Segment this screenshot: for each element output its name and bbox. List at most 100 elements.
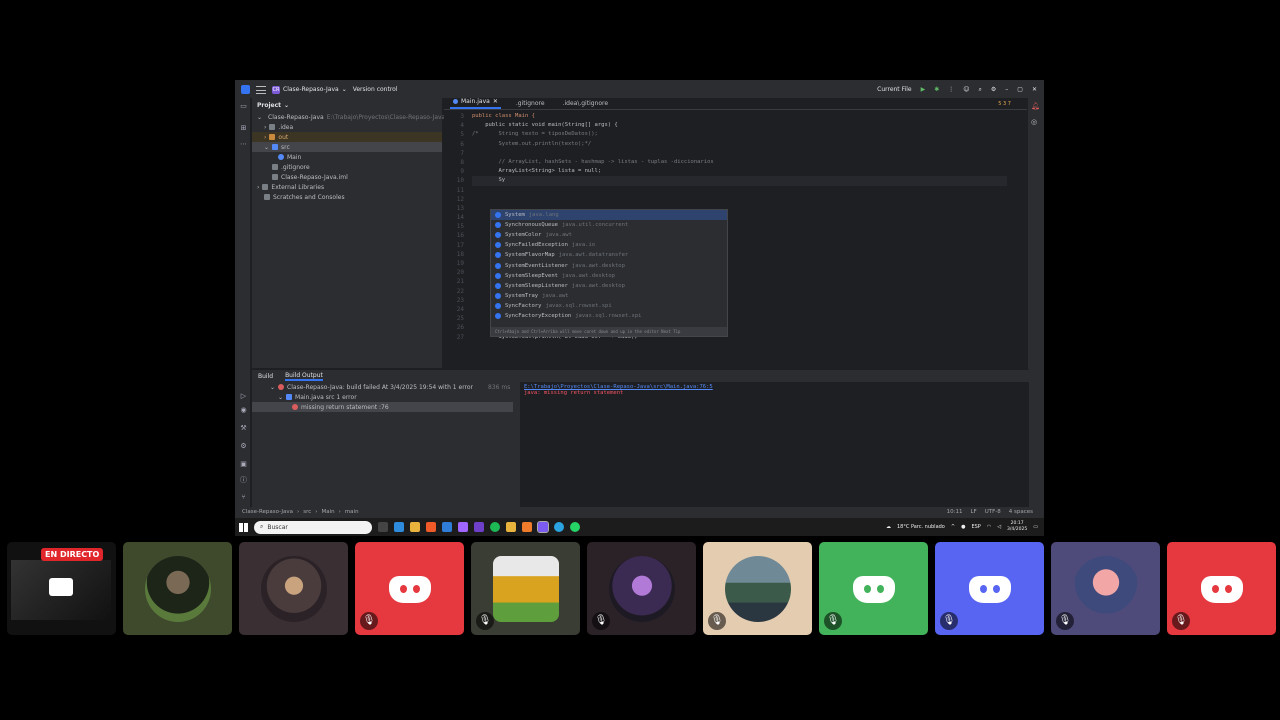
completion-popup[interactable]: System java.lang SynchronousQueue java.util… <box>490 209 728 337</box>
taskbar-search[interactable]: ⌕ Buscar <box>254 520 372 534</box>
completion-item[interactable]: SyncFactoryException javax.sql.rowset.spi <box>491 311 727 321</box>
completion-item[interactable]: SyncFactory javax.sql.rowset.spi <box>491 301 727 311</box>
completion-item[interactable]: SyncFailedException java.io <box>491 240 727 250</box>
whatsapp-icon[interactable] <box>570 522 580 532</box>
participant-tile[interactable]: 🎙︎ <box>471 542 580 635</box>
tab-idea-gitignore[interactable]: .idea\.gitignore <box>560 100 611 109</box>
breadcrumb-project[interactable]: Clase-Repaso-Java <box>242 509 293 515</box>
participant-tile[interactable] <box>123 542 232 635</box>
line-separator[interactable]: LF <box>970 509 976 515</box>
participant-tile[interactable]: 🎙︎ <box>355 542 464 635</box>
code-line[interactable] <box>472 149 1007 158</box>
tab-gitignore[interactable]: .gitignore <box>513 100 548 109</box>
task-view-icon[interactable] <box>378 522 388 532</box>
caret-position[interactable]: 10:11 <box>947 509 963 515</box>
vscode-icon[interactable] <box>442 522 452 532</box>
more-icon[interactable]: ⋮ <box>948 86 954 93</box>
participant-tile[interactable]: 🎙︎ <box>935 542 1044 635</box>
completion-item[interactable]: SystemSleepEvent java.awt.desktop <box>491 271 727 281</box>
code-line[interactable] <box>472 186 1007 195</box>
code-line[interactable]: public class Main { <box>472 112 1007 121</box>
git-icon[interactable]: ⑂ <box>239 493 248 502</box>
build-file-row[interactable]: ⌄ Main.java src 1 error <box>252 392 517 402</box>
completion-item[interactable]: SystemColor java.awt <box>491 230 727 240</box>
settings-icon[interactable]: ⚙ <box>991 86 996 93</box>
discord-app-icon[interactable] <box>458 522 468 532</box>
completion-item[interactable]: SystemFlavorMap java.awt.datatransfer <box>491 250 727 260</box>
debug-tool-icon[interactable]: ◉ <box>239 406 248 415</box>
code-line[interactable] <box>472 195 1007 204</box>
completion-item[interactable]: SynchronousQueue java.util.concurrent <box>491 220 727 230</box>
completion-item[interactable]: System java.lang <box>491 210 727 221</box>
tab-build[interactable]: Build <box>258 373 273 380</box>
participant-tile[interactable]: 🎙︎ <box>703 542 812 635</box>
ai-assistant-icon[interactable]: ◎ <box>1031 118 1037 126</box>
tree-item-gitignore[interactable]: .gitignore <box>252 162 442 172</box>
terminal-icon[interactable]: ▣ <box>239 460 248 469</box>
run-tool-icon[interactable]: ▷ <box>239 392 248 401</box>
tree-item-out[interactable]: › out <box>252 132 442 142</box>
intellij-icon[interactable] <box>537 521 549 533</box>
completion-item[interactable]: SystemSleepListener java.awt.desktop <box>491 281 727 291</box>
completion-item[interactable]: SystemEventListener java.awt.desktop <box>491 260 727 270</box>
build-tool-icon[interactable]: ⚒ <box>239 424 248 433</box>
language-indicator[interactable]: ESP <box>971 524 980 530</box>
code-line[interactable]: // ArrayList, hashSets - hashmap -> list… <box>472 158 1007 167</box>
breadcrumb-method[interactable]: main <box>345 509 359 515</box>
tree-item-idea[interactable]: › .idea <box>252 122 442 132</box>
build-root-row[interactable]: ⌄ Clase-Repaso-Java: build failed At 3/4… <box>252 382 517 392</box>
tree-item-external-libraries[interactable]: › External Libraries <box>252 182 442 192</box>
code-line[interactable]: ArrayList<String> lista = null; <box>472 167 1007 176</box>
structure-icon[interactable]: ⊞ <box>239 124 248 133</box>
code-editor[interactable]: Main.java ✕ .gitignore .idea\.gitignore 5… <box>444 98 1027 368</box>
windows-start-icon[interactable] <box>239 522 248 532</box>
tree-item-iml[interactable]: Clase-Repaso-Java.iml <box>252 172 442 182</box>
brave-icon[interactable] <box>426 522 436 532</box>
minimize-icon[interactable]: – <box>1005 86 1008 93</box>
tab-main-java[interactable]: Main.java ✕ <box>450 98 501 109</box>
spotify-icon[interactable] <box>490 522 500 532</box>
folder-icon[interactable]: ▭ <box>239 102 248 111</box>
breadcrumb-src[interactable]: src <box>303 509 311 515</box>
telegram-icon[interactable] <box>554 522 564 532</box>
problems-icon[interactable]: ⓘ <box>239 476 248 485</box>
project-switcher[interactable]: CR Clase-Repaso-Java ⌄ <box>272 85 347 94</box>
maximize-icon[interactable]: ▢ <box>1017 86 1023 93</box>
run-icon[interactable]: ▶ <box>921 86 926 93</box>
close-icon[interactable]: ✕ <box>1032 86 1037 93</box>
wifi-icon[interactable]: ◠ <box>987 524 991 530</box>
file-explorer-icon[interactable] <box>410 522 420 532</box>
breadcrumb-class[interactable]: Main <box>321 509 334 515</box>
mic-icon[interactable]: ● <box>961 524 965 530</box>
clock[interactable]: 20:17 3/4/2025 <box>1007 521 1027 533</box>
volume-icon[interactable]: ◁ <box>997 524 1001 530</box>
code-line[interactable]: /* String texto = tiposDeDatos(); <box>472 130 1007 139</box>
weather-text[interactable]: 18°C Parc. nublado <box>897 524 945 530</box>
stream-preview-tile[interactable]: EN DIRECTO <box>7 542 116 635</box>
code-line[interactable]: Sy <box>472 176 1007 186</box>
build-error-row[interactable]: missing return statement :76 <box>252 402 513 412</box>
main-menu-icon[interactable] <box>256 85 266 94</box>
participant-tile[interactable] <box>239 542 348 635</box>
debug-icon[interactable]: ✱ <box>934 86 939 93</box>
tree-item-root[interactable]: ⌄ Clase-Repaso-Java E:\Trabajo\Proyectos… <box>252 112 445 122</box>
participant-tile[interactable]: 🎙︎ <box>1051 542 1160 635</box>
copilot-icon[interactable] <box>394 522 404 532</box>
inspection-widget[interactable]: 5 3 7 <box>998 101 1011 107</box>
version-control-menu[interactable]: Version control <box>353 86 398 93</box>
more-tools-icon[interactable]: ⋯ <box>239 140 248 149</box>
tree-item-scratches[interactable]: Scratches and Consoles <box>252 192 442 202</box>
tree-item-src[interactable]: ⌄ src <box>252 142 442 152</box>
account-icon[interactable]: ☺ <box>963 86 969 93</box>
app-icon[interactable] <box>522 522 532 532</box>
code-line[interactable]: System.out.println(texto);*/ <box>472 140 1007 149</box>
project-pane-header[interactable]: Project ⌄ <box>252 98 442 112</box>
tab-build-output[interactable]: Build Output <box>285 372 323 381</box>
notification-center-icon[interactable]: ▭ <box>1033 524 1038 530</box>
tree-item-main[interactable]: Main <box>252 152 442 162</box>
tray-chevron-icon[interactable]: ^ <box>951 524 955 530</box>
file-encoding[interactable]: UTF-8 <box>985 509 1001 515</box>
indent-setting[interactable]: 4 spaces <box>1009 509 1033 515</box>
notifications-icon[interactable]: 🔔︎ <box>1031 102 1040 110</box>
folder-icon[interactable] <box>506 522 516 532</box>
